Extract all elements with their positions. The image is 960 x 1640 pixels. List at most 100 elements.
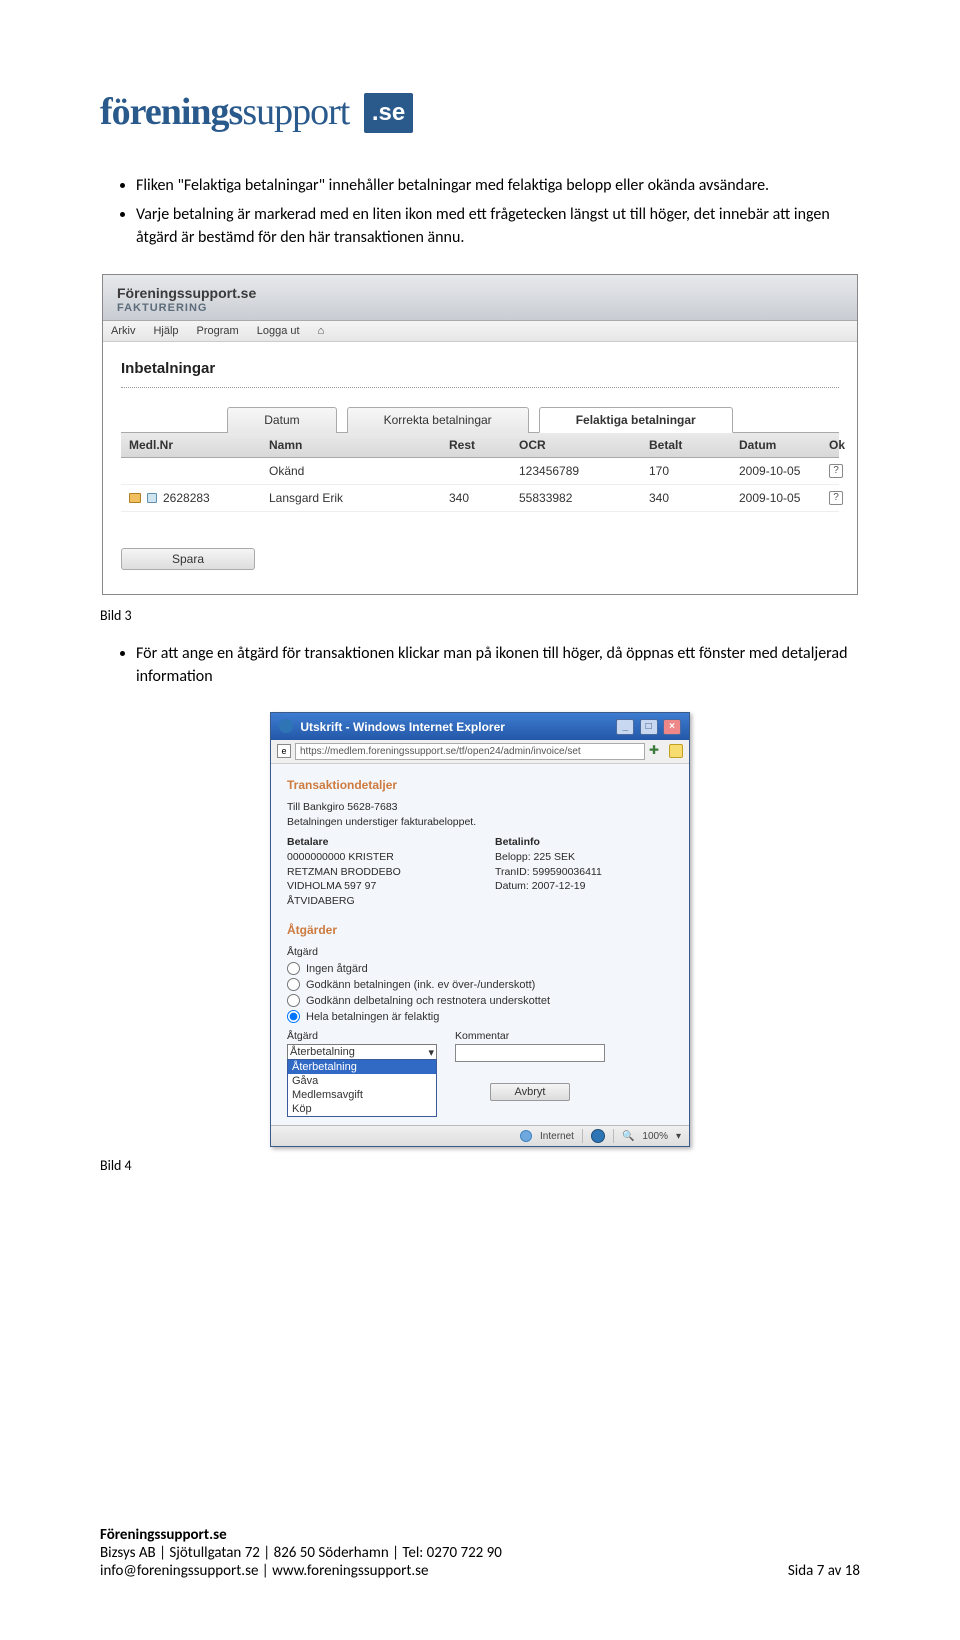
status-zoom: 100% [642,1131,668,1142]
caption-bild3: Bild 3 [100,607,860,624]
bullet-item: Varje betalning är markerad med en liten… [136,203,860,249]
page-title: Inbetalningar [121,360,839,377]
cell-ocr: 123456789 [511,458,641,484]
tab-felaktiga[interactable]: Felaktiga betalningar [539,407,733,433]
radio-input[interactable] [287,978,300,991]
atgard-select[interactable]: Återbetalning▾ [287,1044,437,1060]
atgard-select-options: Återbetalning Gåva Medlemsavgift Köp [287,1059,437,1117]
menu-arkiv[interactable]: Arkiv [111,325,135,337]
divider [613,1129,614,1143]
section-transaktiondetaljer: Transaktiondetaljer [287,778,673,792]
bankgiro-line: Till Bankgiro 5628-7683 [287,800,673,815]
caption-bild4: Bild 4 [100,1157,860,1174]
col-medlnr: Medl.Nr [121,433,261,457]
dropdown-label: Åtgärd [287,1029,437,1044]
option-gava[interactable]: Gåva [288,1074,436,1088]
betalinfo-heading: Betalinfo [495,835,673,850]
radio-input[interactable] [287,1010,300,1023]
atgard-label: Åtgärd [287,945,673,960]
betalinfo-line: TranID: 599590036411 [495,865,673,880]
cell-medlnr: 2628283 [121,485,261,511]
tab-datum[interactable]: Datum [227,407,336,433]
app-header: Föreningssupport.se FAKTURERING [103,275,857,321]
cell-namn: Lansgard Erik [261,485,441,511]
minimize-icon[interactable]: _ [616,719,634,735]
betalinfo-line: Belopp: 225 SEK [495,850,673,865]
question-icon[interactable]: ? [829,491,843,505]
question-icon[interactable]: ? [829,464,843,478]
option-medlemsavgift[interactable]: Medlemsavgift [288,1088,436,1102]
logo-word2: support [242,91,349,133]
zoom-icon[interactable]: 🔍 [622,1131,634,1142]
chevron-down-icon[interactable]: ▾ [676,1131,681,1142]
radio-input[interactable] [287,994,300,1007]
betalare-line: RETZMAN BRODDEBO [287,865,465,880]
bullets-top: Fliken "Felaktiga betalningar" innehålle… [100,174,860,250]
logo-badge: .se [364,93,413,133]
section-atgarder: Åtgärder [287,923,673,937]
menu-hjalp[interactable]: Hjälp [153,325,178,337]
globe-icon [520,1130,532,1142]
page-footer: Föreningssupport.se Bizsys AB | Sjötullg… [100,1526,860,1580]
bullets-mid: För att ange en åtgärd för transaktionen… [100,642,860,688]
option-aterbetalning[interactable]: Återbetalning [288,1060,436,1074]
ie-icon [279,719,293,733]
cell-rest: 340 [441,485,511,511]
radio-delbetalning[interactable]: Godkänn delbetalning och restnotera unde… [287,994,673,1007]
radio-felaktig[interactable]: Hela betalningen är felaktig [287,1010,673,1023]
footer-contact: info@foreningssupport.se | www.forenings… [100,1562,429,1580]
betalare-line: ÅTVIDABERG [287,894,465,909]
radio-ingen[interactable]: Ingen åtgärd [287,962,673,975]
kommentar-input[interactable] [455,1044,605,1062]
maximize-icon[interactable]: □ [640,719,658,735]
menu-loggaut[interactable]: Logga ut [257,325,300,337]
lock-icon [669,744,683,758]
avbryt-button[interactable]: Avbryt [490,1083,571,1101]
kommentar-label: Kommentar [455,1029,605,1044]
card-icon[interactable] [147,493,157,503]
table-row: 2628283 Lansgard Erik 340 55833982 340 2… [121,485,839,512]
col-ocr: OCR [511,433,641,457]
divider [582,1129,583,1143]
col-namn: Namn [261,433,441,457]
page-number: Sida 7 av 18 [788,1562,860,1580]
cell-datum: 2009-10-05 [731,485,821,511]
status-internet: Internet [540,1131,574,1142]
close-icon[interactable]: × [663,719,681,735]
app-brand: Föreningssupport.se [117,285,843,301]
option-kop[interactable]: Köp [288,1102,436,1116]
footer-name: Föreningssupport.se [100,1526,860,1544]
tab-korrekta[interactable]: Korrekta betalningar [347,407,529,433]
app-section: FAKTURERING [117,302,843,314]
betalare-heading: Betalare [287,835,465,850]
page-icon: e [277,744,291,758]
cell-rest [441,458,511,484]
screenshot-inbetalningar: Föreningssupport.se FAKTURERING Arkiv Hj… [102,274,858,595]
screenshot-ie-popup: Utskrift - Windows Internet Explorer _ □… [270,712,690,1147]
mail-icon[interactable] [129,493,141,503]
cell-datum: 2009-10-05 [731,458,821,484]
logo-word1: förenings [100,91,242,133]
save-button[interactable]: Spara [121,548,255,570]
cell-ocr: 55833982 [511,485,641,511]
betalinfo-line: Datum: 2007-12-19 [495,879,673,894]
ie-status-icon [591,1129,605,1143]
table-row: Okänd 123456789 170 2009-10-05 ? [121,458,839,485]
menubar: Arkiv Hjälp Program Logga ut ⌂ [103,321,857,342]
logo: föreningssupport .se [100,90,860,134]
url-field[interactable]: https://medlem.foreningssupport.se/tf/op… [295,743,645,760]
home-icon[interactable]: ⌂ [318,325,325,337]
radio-input[interactable] [287,962,300,975]
window-titlebar: Utskrift - Windows Internet Explorer _ □… [271,713,689,740]
col-datum: Datum [731,433,821,457]
divider [121,387,839,388]
col-betalt: Betalt [641,433,731,457]
go-icon[interactable]: ✚ [649,743,665,759]
footer-address: Bizsys AB | Sjötullgatan 72 | 826 50 Söd… [100,1544,860,1562]
menu-program[interactable]: Program [197,325,239,337]
cell-medlnr [121,458,261,484]
understiger-line: Betalningen understiger fakturabeloppet. [287,815,673,830]
radio-godkann[interactable]: Godkänn betalningen (ink. ev över-/under… [287,978,673,991]
cell-betalt: 340 [641,485,731,511]
col-rest: Rest [441,433,511,457]
